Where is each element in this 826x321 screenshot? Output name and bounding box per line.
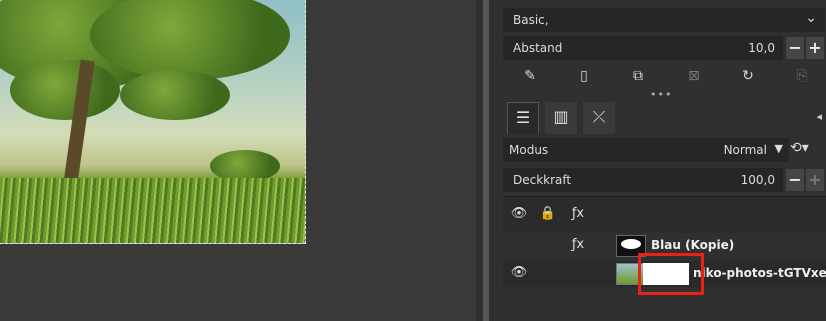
brush-preset-label: Basic, [513,13,549,27]
minus-button[interactable]: − [786,37,804,59]
opacity-value: 100,0 [740,173,775,187]
layer-name: Blau (Kopie) [651,238,735,252]
spacing-field[interactable]: Abstand 10,0 [503,36,783,60]
tab-paths[interactable]: ⤫ [583,102,615,134]
mode-value: Normal [723,143,767,157]
mode-select[interactable]: Modus Normal ▼ [503,138,789,162]
duplicate-icon[interactable]: ⧉ [629,67,647,85]
layers-icon: ☰ [515,108,531,127]
brush-toolbar: ✎ ▯ ⧉ ⊠ ↻ ⎘ [503,64,825,90]
edit-icon[interactable]: ✎ [521,67,539,85]
chevron-down-icon: ⌄ [805,10,817,26]
opacity-label: Deckkraft [513,173,572,187]
delete-icon[interactable]: ⊠ [685,67,703,85]
image-canvas[interactable] [0,0,476,321]
new-doc-icon[interactable]: ▯ [575,67,593,85]
channels-icon: ▥ [553,107,569,126]
canvas-photo [0,0,306,244]
reset-mode-icon[interactable]: ⟲▾ [790,140,824,162]
export-icon[interactable]: ⎘ [793,67,811,85]
effects-icon[interactable]: ƒx [569,237,587,255]
tab-layers[interactable]: ☰ [507,102,539,134]
brush-preset-select[interactable]: Basic, ⌄ [503,8,825,32]
scrollbar-thumb[interactable] [483,0,489,321]
plus-button[interactable]: + [806,37,824,59]
opacity-minus-button[interactable]: − [786,169,804,191]
spacing-value: 10,0 [748,41,775,55]
layer-name: niko-photos-tGTVxeOr_R [693,266,826,280]
layers-header: 👁 🔒 ƒx [503,196,826,233]
spacing-label: Abstand [513,41,563,55]
refresh-icon[interactable]: ↻ [739,67,757,85]
mode-label: Modus [509,143,549,157]
dock-handle[interactable]: ••• [650,88,672,101]
caret-down-icon: ▼ [774,142,783,155]
opacity-plus-button[interactable]: + [806,169,824,191]
effects-icon[interactable]: ƒx [569,206,587,224]
highlight-box [638,253,704,295]
eye-icon[interactable]: 👁 [510,206,528,224]
tab-channels[interactable]: ▥ [545,102,577,134]
dock-tabs: ☰ ▥ ⤫ ◂ [503,102,825,134]
paths-icon: ⤫ [592,107,606,126]
tab-menu-icon[interactable]: ◂ [816,110,822,123]
opacity-field[interactable]: Deckkraft 100,0 [503,168,783,192]
eye-icon[interactable]: 👁 [510,265,528,283]
lock-icon[interactable]: 🔒 [539,206,557,224]
